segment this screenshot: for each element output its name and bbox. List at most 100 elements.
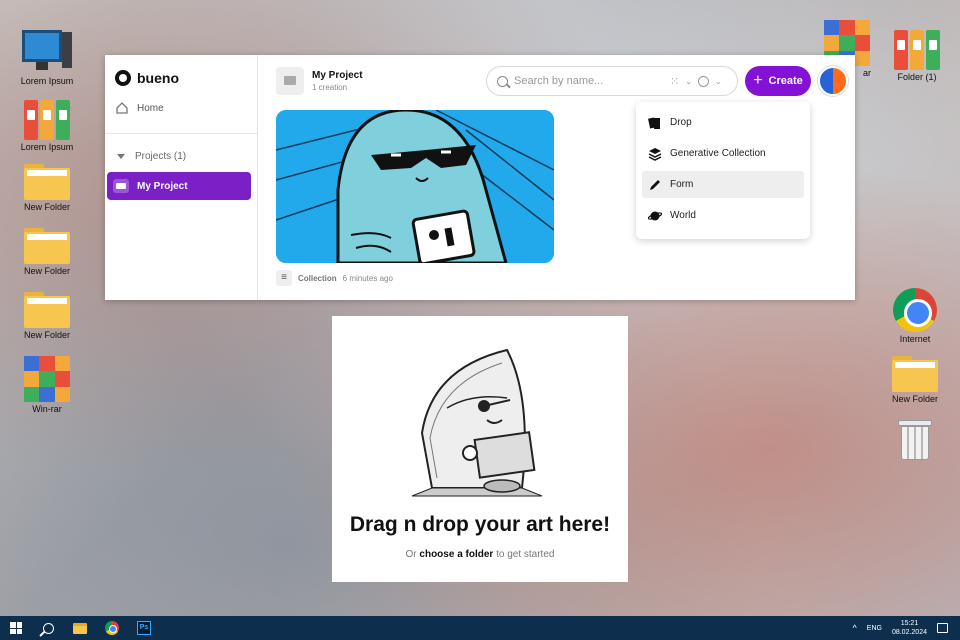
desktop-icon-new-folder-1[interactable]: New Folder [12, 162, 82, 212]
clock-date: 08.02.2024 [891, 629, 927, 636]
bueno-logo-icon [115, 70, 131, 86]
menu-item-drop[interactable]: Drop [642, 109, 804, 136]
taskbar-file-explorer[interactable] [64, 616, 96, 640]
clock-time: 15:21 [900, 620, 919, 627]
language-indicator[interactable]: ENG [867, 625, 882, 632]
desktop-icon-label: New Folder [23, 202, 70, 212]
trash-icon [898, 418, 932, 462]
desktop-icon-recycle-bin[interactable] [880, 418, 950, 462]
taskbar-clock[interactable]: 15:21 08.02.2024 [892, 619, 927, 637]
avatar[interactable] [818, 66, 848, 96]
folder-icon [73, 622, 87, 634]
collection-artwork [276, 110, 554, 263]
menu-item-label: Form [670, 179, 694, 190]
plus-icon: + [753, 72, 763, 89]
planet-icon [648, 211, 662, 220]
home-icon [116, 102, 128, 114]
menu-item-world[interactable]: World [642, 202, 804, 229]
clock-icon[interactable] [697, 75, 709, 87]
taskbar-photoshop[interactable]: Ps [128, 616, 160, 640]
desktop-icon-internet[interactable]: Internet [880, 288, 950, 344]
system-tray: ^ ENG 15:21 08.02.2024 [853, 616, 960, 640]
filter-grid-icon[interactable]: ⁙ [670, 75, 679, 88]
desktop-icon-winrar[interactable]: Win-rar [12, 356, 82, 414]
brand-logo[interactable]: bueno [105, 55, 257, 91]
menu-item-form[interactable]: Form [642, 171, 804, 198]
collection-card-meta: ≡ Collection 6 minutes ago [276, 270, 393, 286]
desktop-icon-label: New Folder [23, 266, 70, 276]
desktop-icon-label: Lorem Ipsum [20, 76, 74, 86]
desktop-icon-new-folder-right[interactable]: New Folder [880, 354, 950, 404]
search-icon [42, 622, 54, 634]
menu-item-label: Drop [670, 117, 692, 128]
choose-folder-link[interactable]: choose a folder [419, 549, 493, 560]
winrar-icon [24, 356, 70, 402]
desktop-icon-lorem-ipsum-binder[interactable]: Lorem Ipsum [12, 96, 82, 152]
create-button-label: Create [768, 75, 803, 87]
windows-icon [10, 622, 22, 634]
start-button[interactable] [0, 616, 32, 640]
drop-zone-subtitle: Or choose a folder to get started [332, 549, 628, 560]
photoshop-icon: Ps [137, 621, 151, 635]
taskbar-chrome[interactable] [96, 616, 128, 640]
taskbar-search-button[interactable] [32, 616, 64, 640]
drop-sub-suffix: to get started [496, 549, 555, 560]
chrome-icon [893, 288, 937, 332]
drop-zone-title: Drag n drop your art here! [349, 513, 611, 536]
collection-card-image[interactable] [276, 110, 554, 263]
brand-name: bueno [137, 70, 179, 86]
chevron-down-icon [117, 153, 125, 159]
pen-icon [650, 179, 660, 190]
drop-sub-prefix: Or [405, 549, 417, 560]
card-type: Collection [298, 273, 337, 283]
creation-count: 1 creation [312, 83, 348, 92]
folder-icon [24, 162, 70, 200]
search-bar[interactable]: ⁙ ⌄ ⌄ [486, 66, 738, 96]
desktop-icon-lorem-ipsum-pc[interactable]: Lorem Ipsum [12, 28, 82, 86]
drop-zone[interactable]: Drag n drop your art here! Or choose a f… [332, 316, 628, 582]
search-input[interactable] [514, 75, 664, 87]
layers-icon: ≡ [276, 270, 292, 286]
binder-icon [24, 96, 70, 140]
drop-illustration [411, 348, 543, 497]
sidebar-divider [105, 133, 257, 134]
desktop-icon-new-folder-2[interactable]: New Folder [12, 226, 82, 276]
card-timestamp: 6 minutes ago [342, 273, 393, 283]
binder-icon [894, 26, 940, 70]
sidebar-item-label: Home [137, 102, 164, 114]
layers-icon [648, 147, 662, 161]
desktop-icon-label: New Folder [23, 330, 70, 340]
chrome-icon [105, 621, 119, 635]
desktop-icon-label: Win-rar [32, 404, 62, 414]
create-menu: Drop Generative Collection Form World [636, 102, 810, 239]
chevron-up-icon[interactable]: ^ [853, 623, 857, 633]
chevron-down-icon[interactable]: ⌄ [685, 77, 692, 86]
page-title: My Project [312, 70, 363, 81]
chevron-down-icon[interactable]: ⌄ [715, 77, 722, 86]
drop-icon [648, 116, 660, 129]
desktop-icon-label: Lorem Ipsum [20, 142, 74, 152]
search-icon [497, 75, 508, 87]
sidebar-item-label: My Project [137, 180, 188, 192]
folder-icon [24, 290, 70, 328]
projects-group-toggle[interactable]: Projects (1) [105, 146, 257, 166]
create-button[interactable]: + Create [745, 66, 811, 96]
sidebar: bueno Home Projects (1) My Project [105, 55, 258, 300]
folder-icon [24, 226, 70, 264]
menu-item-generative-collection[interactable]: Generative Collection [642, 140, 804, 167]
projects-group-label: Projects (1) [135, 150, 187, 162]
desktop-icon-label: Internet [899, 334, 931, 344]
menu-item-label: Generative Collection [670, 148, 766, 159]
project-header: My Project 1 creation [276, 67, 363, 95]
computer-icon [22, 28, 72, 74]
menu-item-label: World [670, 210, 696, 221]
project-folder-icon [276, 67, 304, 95]
notification-icon[interactable] [937, 623, 948, 633]
desktop-icon-folder-1[interactable]: Folder (1) [882, 26, 952, 82]
folder-icon [113, 179, 129, 193]
desktop-icon-label: New Folder [891, 394, 938, 404]
sidebar-item-home[interactable]: Home [105, 95, 257, 121]
sidebar-item-my-project[interactable]: My Project [107, 172, 251, 200]
desktop-icon-new-folder-3[interactable]: New Folder [12, 290, 82, 340]
folder-icon [892, 354, 938, 392]
